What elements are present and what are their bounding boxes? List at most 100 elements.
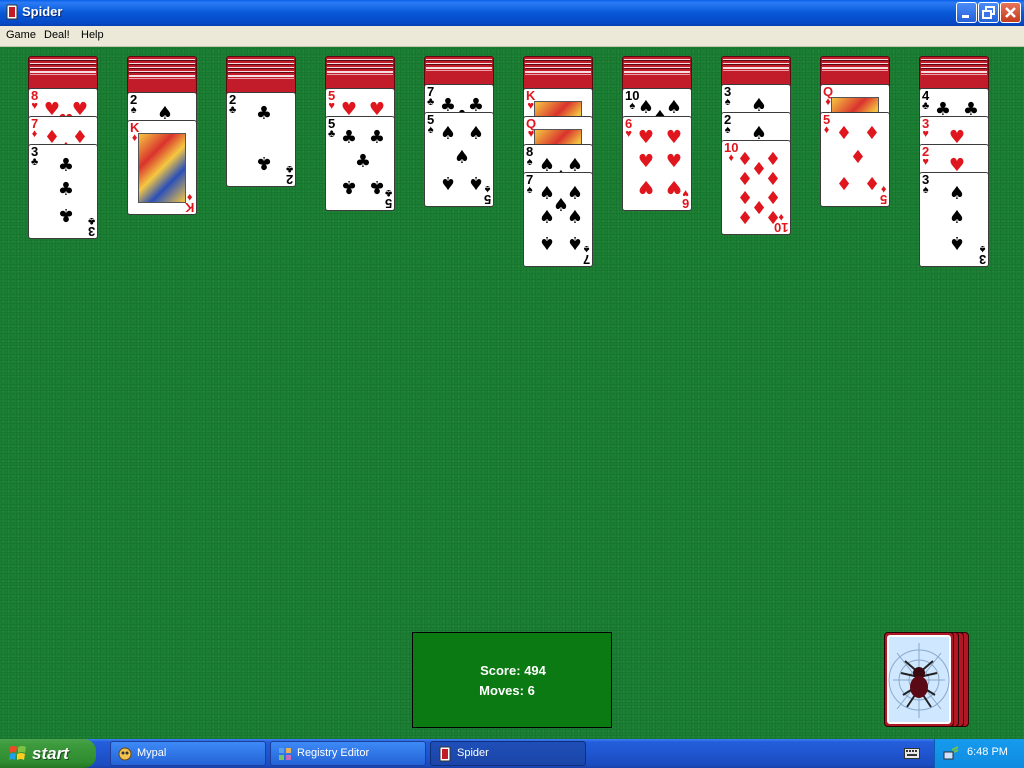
suit-pip-icon: ♠: [538, 232, 556, 253]
task-label: Registry Editor: [297, 747, 370, 759]
card-corner: 3 ♣: [88, 215, 95, 238]
suit-pip-icon: ♦: [764, 206, 782, 227]
menu-deal[interactable]: Deal!: [44, 29, 70, 41]
card-corner: 3 ♣: [31, 145, 39, 168]
card-corner: 3♠: [922, 173, 929, 196]
card-corner: 5 ♠: [427, 113, 434, 136]
suit-icon: ♣: [328, 128, 336, 140]
card-rank: 3: [978, 252, 986, 267]
suit-icon: ♥: [328, 100, 335, 112]
card-corner: 2 ♣: [285, 163, 293, 187]
suit-icon: ♦: [823, 124, 830, 136]
start-button[interactable]: start: [0, 739, 96, 768]
suit-icon: ♣: [922, 100, 930, 112]
suit-icon: ♥: [31, 100, 38, 112]
card-corner: 5♥: [328, 89, 335, 112]
card-7-♠[interactable]: 7 ♠ 7 ♠ ♠ ♠ ♠ ♠ ♠ ♠ ♠: [523, 172, 593, 267]
card-rank: 2: [285, 172, 293, 187]
card-corner: 4♣: [922, 89, 930, 112]
task-registry-editor[interactable]: Registry Editor: [270, 741, 426, 766]
card-K-♦[interactable]: K ♦ K ♦: [127, 120, 197, 215]
card-5-♠[interactable]: 5 ♠ 5 ♠ ♠ ♠ ♠ ♠ ♠: [424, 112, 494, 207]
title-bar[interactable]: Spider: [0, 0, 1024, 26]
card-corner: 7♦: [31, 117, 38, 140]
card-rank: 5: [879, 192, 887, 207]
card-corner: 5 ♦: [823, 113, 830, 136]
spider-icon: [887, 635, 951, 724]
card-corner: 7 ♠: [526, 173, 533, 196]
court-card-art: [138, 133, 186, 203]
moves-value: 6: [527, 683, 535, 698]
suit-icon: ♠: [724, 96, 731, 108]
card-5-♦[interactable]: 5 ♦ 5 ♦ ♦ ♦ ♦ ♦ ♦: [820, 112, 890, 207]
suit-icon: ♠: [922, 184, 929, 196]
stock-card[interactable]: [884, 632, 954, 727]
network-icon[interactable]: [943, 746, 959, 762]
keyboard-icon[interactable]: [904, 746, 920, 760]
suit-pip-icon: ♥: [665, 127, 683, 148]
suit-pip-icon: ♦: [835, 123, 853, 144]
suit-pip-icon: ♠: [948, 232, 966, 253]
card-10-♦[interactable]: 10 ♦ 10 ♦ ♦ ♦ ♦ ♦ ♦ ♦ ♦ ♦ ♦ ♦: [721, 140, 791, 235]
score-value: 494: [524, 663, 546, 678]
spider-app-icon: [6, 4, 18, 20]
windows-logo-icon: [9, 746, 26, 760]
task-mypal[interactable]: Mypal: [110, 741, 266, 766]
card-2-♣[interactable]: 2 ♣ 2 ♣ ♣ ♣: [226, 92, 296, 187]
suit-pip-icon: ♣: [255, 152, 273, 173]
minimize-button[interactable]: [956, 2, 977, 23]
card-corner: 6 ♥: [625, 117, 632, 140]
card-6-♥[interactable]: 6 ♥ 6 ♥ ♥ ♥ ♥ ♥ ♥ ♥: [622, 116, 692, 211]
card-3-♠[interactable]: 3♠3♠♠♠♠: [919, 172, 989, 267]
suit-icon: ♣: [427, 96, 435, 108]
task-label: Mypal: [137, 747, 167, 759]
system-tray: 6:48 PM: [934, 739, 1024, 768]
menu-bar: Game Deal! Help: [0, 26, 1024, 47]
close-button[interactable]: [1000, 2, 1021, 23]
suit-pip-icon: ♠: [538, 207, 556, 228]
spider-app-icon: [439, 746, 451, 762]
card-corner: 2 ♣: [229, 93, 237, 116]
card-corner: 5 ♣: [328, 117, 336, 140]
suit-pip-icon: ♥: [665, 176, 683, 197]
suit-icon: ♥: [922, 128, 929, 140]
card-corner: 3♠: [724, 85, 731, 108]
suit-icon: ♣: [229, 104, 237, 116]
card-5-♣[interactable]: 5 ♣ 5 ♣ ♣ ♣ ♣ ♣ ♣: [325, 116, 395, 211]
score-line: Score: 494: [413, 663, 613, 678]
suit-pip-icon: ♦: [835, 172, 853, 193]
suit-icon: ♥: [625, 128, 632, 140]
suit-pip-icon: ♣: [57, 155, 75, 176]
suit-pip-icon: ♣: [340, 127, 358, 148]
card-rank: 7: [582, 252, 590, 267]
task-spider[interactable]: Spider: [430, 741, 586, 766]
suit-pip-icon: ♠: [566, 207, 584, 228]
suit-icon: ♦: [31, 128, 38, 140]
suit-icon: ♣: [31, 156, 39, 168]
suit-pip-icon: ♠: [439, 123, 457, 144]
card-corner: 2♠: [724, 113, 731, 136]
restore-button[interactable]: [978, 2, 999, 23]
start-label: start: [32, 744, 69, 763]
close-icon: [1005, 7, 1016, 18]
card-corner: 2♠: [130, 93, 137, 116]
suit-icon: ♠: [130, 104, 137, 116]
suit-pip-icon: ♠: [948, 183, 966, 204]
mypal-icon: [118, 747, 132, 761]
card-corner: 8♥: [31, 89, 38, 112]
score-panel: Score: 494 Moves: 6: [412, 632, 612, 728]
card-3-♣[interactable]: 3 ♣ 3 ♣ ♣ ♣ ♣: [28, 144, 98, 239]
suit-pip-icon: ♣: [368, 127, 386, 148]
card-rank: 6: [681, 196, 689, 211]
suit-icon: ♠: [526, 184, 533, 196]
suit-pip-icon: ♠: [948, 207, 966, 228]
suit-icon: ♠: [724, 124, 731, 136]
suit-pip-icon: ♠: [439, 172, 457, 193]
suit-pip-icon: ♣: [57, 204, 75, 225]
window-title: Spider: [22, 4, 63, 19]
card-rank: 5: [384, 196, 392, 211]
moves-line: Moves: 6: [407, 683, 607, 698]
suit-pip-icon: ♣: [340, 176, 358, 197]
menu-game[interactable]: Game: [6, 29, 36, 41]
menu-help[interactable]: Help: [81, 29, 104, 41]
